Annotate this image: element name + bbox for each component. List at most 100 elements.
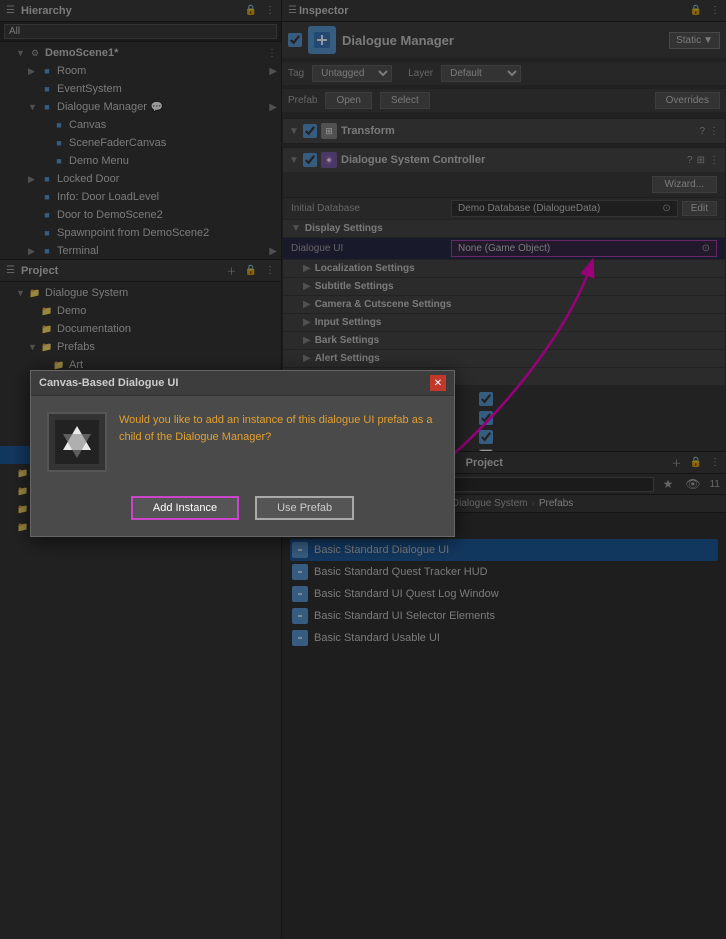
- checkbox-1[interactable]: [479, 392, 493, 406]
- project-label-demo: Demo: [57, 305, 86, 317]
- tree-item-terminal[interactable]: ▶ ■ Terminal ▶: [0, 242, 281, 259]
- dialogue-help-icon[interactable]: ?: [687, 155, 693, 166]
- project-add-icon[interactable]: ＋: [225, 262, 239, 279]
- transform-enabled-checkbox[interactable]: [303, 124, 317, 138]
- dialogue-enabled-checkbox[interactable]: [303, 153, 317, 167]
- component-transform-header[interactable]: ▼ ⊞ Transform ? ⋮: [283, 119, 725, 143]
- tree-item-spawnpoint[interactable]: ▶ ■ Spawnpoint from DemoScene2: [0, 224, 281, 242]
- bark-section[interactable]: ▶ Bark Settings: [283, 332, 725, 350]
- modal-dialog[interactable]: Canvas-Based Dialogue UI ✕ Would you lik…: [30, 370, 455, 537]
- checkbox-3[interactable]: [479, 430, 493, 444]
- folder-icon: 📁: [28, 286, 42, 300]
- hierarchy-collapse-icon[interactable]: ☰: [4, 4, 17, 17]
- project-star-icon[interactable]: ★: [660, 476, 677, 492]
- static-label: Static: [676, 35, 701, 46]
- bark-label: Bark Settings: [315, 335, 379, 346]
- tree-item-door-demoscene2[interactable]: ▶ ■ Door to DemoScene2: [0, 206, 281, 224]
- static-dropdown-icon: ▼: [703, 35, 713, 46]
- subtitle-section[interactable]: ▶ Subtitle Settings: [283, 278, 725, 296]
- project-right-add-icon[interactable]: ＋: [670, 454, 684, 471]
- project-eye-icon[interactable]: 👁: [682, 476, 703, 492]
- tree-arrow-empty: ▶: [28, 84, 38, 95]
- field-label-initial-database: Initial Database: [291, 203, 451, 214]
- breadcrumb-dialogue-system[interactable]: Dialogue System: [452, 498, 528, 509]
- dialogue-expand-icon: ▼: [289, 155, 299, 166]
- localization-label: Localization Settings: [315, 263, 415, 274]
- prefab-row: Prefab Open Select Overrides: [282, 89, 726, 112]
- transform-settings-icon[interactable]: ⋮: [709, 126, 719, 137]
- tree-item-room[interactable]: ▶ ■ Room ▶: [0, 62, 281, 80]
- tree-item-demo-menu[interactable]: ▶ ■ Demo Menu: [0, 152, 281, 170]
- folder-icon: 📁: [40, 322, 54, 336]
- modal-close-button[interactable]: ✕: [430, 375, 446, 391]
- hierarchy-search-input[interactable]: [4, 24, 277, 39]
- project-header: ☰ Project ＋ 🔒 ⋮: [0, 260, 281, 282]
- component-dialogue-header[interactable]: ▼ Dialogue System Controller ? ⊞ ⋮: [283, 148, 725, 172]
- modal-body: Would you like to add an instance of thi…: [31, 396, 454, 488]
- project-right-lock-icon[interactable]: 🔒: [688, 456, 704, 469]
- tree-arrow-empty: ▶: [28, 228, 38, 239]
- tree-arrow: ▼: [16, 48, 26, 58]
- object-active-checkbox[interactable]: [288, 33, 302, 47]
- checkbox-2[interactable]: [479, 411, 493, 425]
- inspector-more-icon[interactable]: ⋮: [708, 4, 722, 17]
- add-instance-button[interactable]: Add Instance: [131, 496, 239, 520]
- input-section[interactable]: ▶ Input Settings: [283, 314, 725, 332]
- tree-label-terminal: Terminal: [57, 245, 99, 257]
- project-item-documentation[interactable]: ▶ 📁 Documentation: [0, 320, 281, 338]
- tree-arrow-empty: ▶: [4, 522, 14, 533]
- database-edit-button[interactable]: Edit: [682, 201, 717, 216]
- tree-item-dialogue-manager[interactable]: ▼ ■ Dialogue Manager 💬 ▶: [0, 98, 281, 116]
- breadcrumb-prefabs[interactable]: Prefabs: [539, 498, 573, 509]
- tree-label-canvas: Canvas: [69, 119, 106, 131]
- project-item-prefabs[interactable]: ▼ 📁 Prefabs: [0, 338, 281, 356]
- tree-arrow-empty: ▶: [40, 156, 50, 167]
- asset-item-selector-elements[interactable]: Basic Standard UI Selector Elements: [290, 605, 718, 627]
- project-collapse-icon[interactable]: ☰: [4, 264, 17, 277]
- asset-item-usable-ui[interactable]: Basic Standard Usable UI: [290, 627, 718, 649]
- project-more-icon[interactable]: ⋮: [263, 264, 277, 277]
- inspector-menu-icon[interactable]: ☰: [286, 4, 299, 17]
- display-settings-section[interactable]: ▼ Display Settings: [283, 220, 725, 238]
- project-lock-icon[interactable]: 🔒: [243, 264, 259, 277]
- hierarchy-lock-icon[interactable]: 🔒: [243, 4, 259, 17]
- tree-item-demoscene[interactable]: ▼ ⚙ DemoScene1* ⋮: [0, 44, 281, 62]
- prefab-select-button[interactable]: Select: [380, 92, 430, 109]
- project-right-more-icon[interactable]: ⋮: [708, 456, 722, 469]
- wizard-button[interactable]: Wizard...: [652, 176, 717, 193]
- inspector-lock-icon[interactable]: 🔒: [688, 4, 704, 17]
- tree-item-scenefadercanvas[interactable]: ▶ ■ SceneFaderCanvas: [0, 134, 281, 152]
- asset-item-quest-log[interactable]: Basic Standard UI Quest Log Window: [290, 583, 718, 605]
- bark-arrow: ▶: [303, 335, 311, 346]
- layer-dropdown[interactable]: Default: [441, 65, 521, 82]
- transform-help-icon[interactable]: ?: [699, 126, 705, 137]
- project-item-demo[interactable]: ▶ 📁 Demo: [0, 302, 281, 320]
- asset-item-quest-tracker[interactable]: Basic Standard Quest Tracker HUD: [290, 561, 718, 583]
- dialogue-ui-ref-icon[interactable]: ⊙: [702, 243, 710, 254]
- scene-icon: ⚙: [28, 46, 42, 60]
- tree-item-info-door[interactable]: ▶ ■ Info: Door LoadLevel: [0, 188, 281, 206]
- folder-icon: 📁: [40, 304, 54, 318]
- tree-label-door-demoscene2: Door to DemoScene2: [57, 209, 163, 221]
- hierarchy-tree: ▼ ⚙ DemoScene1* ⋮ ▶ ■ Room ▶ ▶ ■ EventSy…: [0, 42, 281, 259]
- tree-item-locked-door[interactable]: ▶ ■ Locked Door: [0, 170, 281, 188]
- dialogue-settings-icon[interactable]: ⊞: [697, 155, 705, 166]
- dialogue-more-icon[interactable]: ⋮: [709, 155, 719, 166]
- use-prefab-button[interactable]: Use Prefab: [255, 496, 354, 520]
- hierarchy-more-icon[interactable]: ⋮: [263, 4, 277, 17]
- alert-section[interactable]: ▶ Alert Settings: [283, 350, 725, 368]
- modal-unity-logo: [47, 412, 107, 472]
- database-ref-icon[interactable]: ⊙: [662, 203, 670, 214]
- tag-dropdown[interactable]: Untagged: [312, 65, 392, 82]
- static-button[interactable]: Static ▼: [669, 32, 720, 49]
- prefab-open-button[interactable]: Open: [325, 92, 371, 109]
- tree-item-canvas[interactable]: ▶ ■ Canvas: [0, 116, 281, 134]
- asset-item-dialogue-ui[interactable]: Basic Standard Dialogue UI: [290, 539, 718, 561]
- tree-item-eventsystem[interactable]: ▶ ■ EventSystem: [0, 80, 281, 98]
- prefab-overrides-button[interactable]: Overrides: [655, 92, 720, 109]
- localization-section[interactable]: ▶ Localization Settings: [283, 260, 725, 278]
- camera-section[interactable]: ▶ Camera & Cutscene Settings: [283, 296, 725, 314]
- tree-arrow-empty: ▶: [28, 306, 38, 317]
- tree-arrow-empty: ▶: [4, 486, 14, 497]
- project-item-dialogue-system[interactable]: ▼ 📁 Dialogue System: [0, 284, 281, 302]
